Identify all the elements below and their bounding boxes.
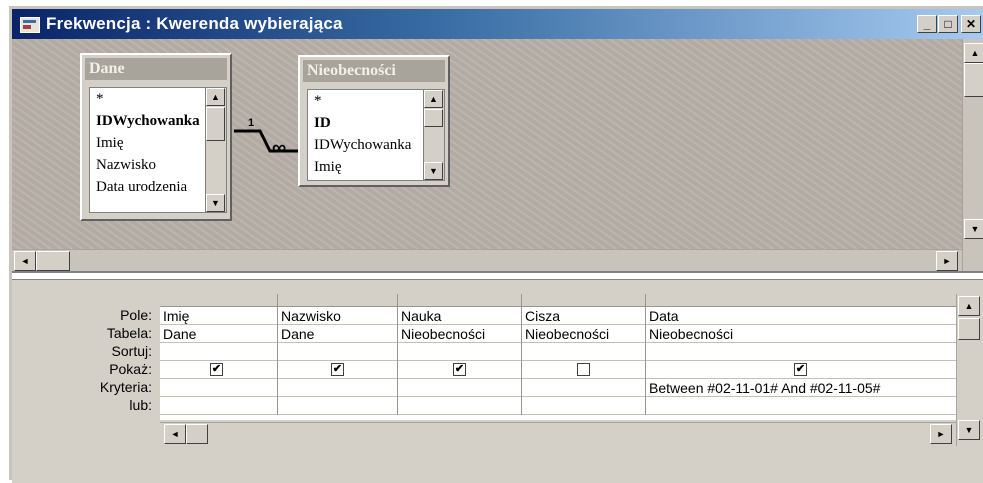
relationship-one-label: 1 (248, 117, 255, 129)
scroll-left-icon[interactable]: ◄ (14, 251, 36, 271)
minimize-button[interactable]: _ (917, 15, 937, 33)
scroll-up-icon[interactable]: ▲ (958, 296, 980, 316)
column-selector[interactable] (278, 294, 397, 307)
table-dane-scrollbar[interactable]: ▲ ▼ (205, 88, 226, 212)
sort-cell[interactable] (398, 343, 521, 361)
scroll-down-icon[interactable]: ▼ (206, 194, 225, 212)
table-nieobecnosci-title[interactable]: Nieobecności (303, 60, 445, 82)
query-window-icon[interactable] (20, 17, 40, 33)
table-nieobecnosci-scrollbar[interactable]: ▲ ▼ (423, 90, 444, 180)
field-cell[interactable]: Imię (160, 307, 277, 325)
scroll-left-icon[interactable]: ◄ (164, 424, 186, 444)
show-checkbox-unchecked[interactable] (577, 363, 590, 376)
row-label-or: lub: (129, 397, 152, 413)
grid-column: Nazwisko Dane ✔ (278, 294, 398, 415)
relationship-line[interactable] (232, 119, 302, 159)
show-cell: ✔ (278, 361, 397, 379)
table-nieobecnosci-field-list[interactable]: * ID IDWychowanka Imię ▲ ▼ (307, 89, 445, 181)
query-design-grid: Imię Dane ✔ Nazwisko Dane ✔ Nauka Nieobe… (160, 294, 956, 420)
show-cell (522, 361, 645, 379)
grid-column: Imię Dane ✔ (160, 294, 278, 415)
scroll-up-icon[interactable]: ▲ (206, 88, 225, 106)
table-dane-field-list[interactable]: * IDWychowanka Imię Nazwisko Data urodze… (89, 87, 227, 213)
grid-vertical-scrollbar[interactable]: ▲ ▼ (956, 294, 980, 446)
grid-column: Cisza Nieobecności (522, 294, 646, 415)
scroll-thumb[interactable] (964, 63, 983, 97)
scroll-down-icon[interactable]: ▼ (964, 219, 983, 239)
field-cell[interactable]: Cisza (522, 307, 645, 325)
scroll-up-icon[interactable]: ▲ (964, 43, 983, 63)
scroll-thumb[interactable] (186, 424, 208, 444)
design-horizontal-scrollbar[interactable]: ◄ ► (12, 249, 962, 271)
criteria-cell[interactable]: Between #02-11-01# And #02-11-05# (646, 379, 956, 397)
row-label-show: Pokaż: (109, 361, 152, 377)
or-cell[interactable] (160, 397, 277, 415)
table-cell[interactable]: Nieobecności (398, 325, 521, 343)
title-bar[interactable]: Frekwencja : Kwerenda wybierająca _ □ ✕ (12, 9, 983, 39)
window-title: Frekwencja : Kwerenda wybierająca (46, 14, 343, 33)
field-cell[interactable]: Nazwisko (278, 307, 397, 325)
criteria-cell[interactable] (278, 379, 397, 397)
criteria-cell[interactable] (160, 379, 277, 397)
grid-horizontal-scrollbar[interactable]: ◄ ► (160, 422, 956, 444)
table-dane[interactable]: Dane * IDWychowanka Imię Nazwisko Data u… (80, 53, 232, 221)
table-cell[interactable]: Nieobecności (646, 325, 956, 343)
or-cell[interactable] (646, 397, 956, 415)
field-cell[interactable]: Nauka (398, 307, 521, 325)
table-design-area[interactable]: Dane * IDWychowanka Imię Nazwisko Data u… (12, 39, 962, 274)
show-checkbox[interactable]: ✔ (453, 363, 466, 376)
scroll-right-icon[interactable]: ► (936, 251, 958, 271)
column-selector[interactable] (398, 294, 521, 307)
sort-cell[interactable] (646, 343, 956, 361)
scroll-thumb[interactable] (958, 318, 980, 340)
sort-cell[interactable] (278, 343, 397, 361)
show-checkbox[interactable]: ✔ (210, 363, 223, 376)
table-nieobecnosci[interactable]: Nieobecności * ID IDWychowanka Imię ▲ ▼ (298, 55, 450, 187)
column-selector[interactable] (160, 294, 277, 307)
or-cell[interactable] (522, 397, 645, 415)
criteria-cell[interactable] (522, 379, 645, 397)
field-cell[interactable]: Data (646, 307, 956, 325)
scroll-thumb[interactable] (36, 251, 70, 271)
scroll-thumb[interactable] (206, 107, 225, 141)
scroll-right-icon[interactable]: ► (930, 424, 952, 444)
scroll-thumb[interactable] (424, 109, 443, 127)
row-label-field: Pole: (120, 307, 152, 323)
row-label-sort: Sortuj: (111, 343, 152, 359)
design-grid-area: Pole: Tabela: Sortuj: Pokaż: Kryteria: l… (12, 280, 983, 483)
sort-cell[interactable] (160, 343, 277, 361)
table-dane-title[interactable]: Dane (85, 58, 227, 80)
column-selector[interactable] (522, 294, 645, 307)
or-cell[interactable] (278, 397, 397, 415)
grid-column: Nauka Nieobecności ✔ (398, 294, 522, 415)
or-cell[interactable] (398, 397, 521, 415)
table-cell[interactable]: Dane (278, 325, 397, 343)
show-checkbox[interactable]: ✔ (794, 363, 807, 376)
scroll-down-icon[interactable]: ▼ (424, 162, 443, 180)
show-cell: ✔ (398, 361, 521, 379)
relationship-many-label: ∞ (272, 137, 287, 159)
show-checkbox[interactable]: ✔ (331, 363, 344, 376)
show-cell: ✔ (646, 361, 956, 379)
grid-column: Data Nieobecności ✔ Between #02-11-01# A… (646, 294, 956, 415)
column-selector[interactable] (646, 294, 956, 307)
table-cell[interactable]: Nieobecności (522, 325, 645, 343)
row-label-criteria: Kryteria: (99, 379, 152, 395)
close-button[interactable]: ✕ (961, 15, 981, 33)
table-cell[interactable]: Dane (160, 325, 277, 343)
scroll-up-icon[interactable]: ▲ (424, 90, 443, 108)
sort-cell[interactable] (522, 343, 645, 361)
query-window: Frekwencja : Kwerenda wybierająca _ □ ✕ … (9, 6, 983, 483)
criteria-cell[interactable] (398, 379, 521, 397)
row-label-table: Tabela: (106, 325, 152, 341)
show-cell: ✔ (160, 361, 277, 379)
design-vertical-scrollbar[interactable]: ▲ ▼ (962, 39, 983, 271)
maximize-button[interactable]: □ (938, 15, 958, 33)
scroll-down-icon[interactable]: ▼ (958, 420, 980, 440)
